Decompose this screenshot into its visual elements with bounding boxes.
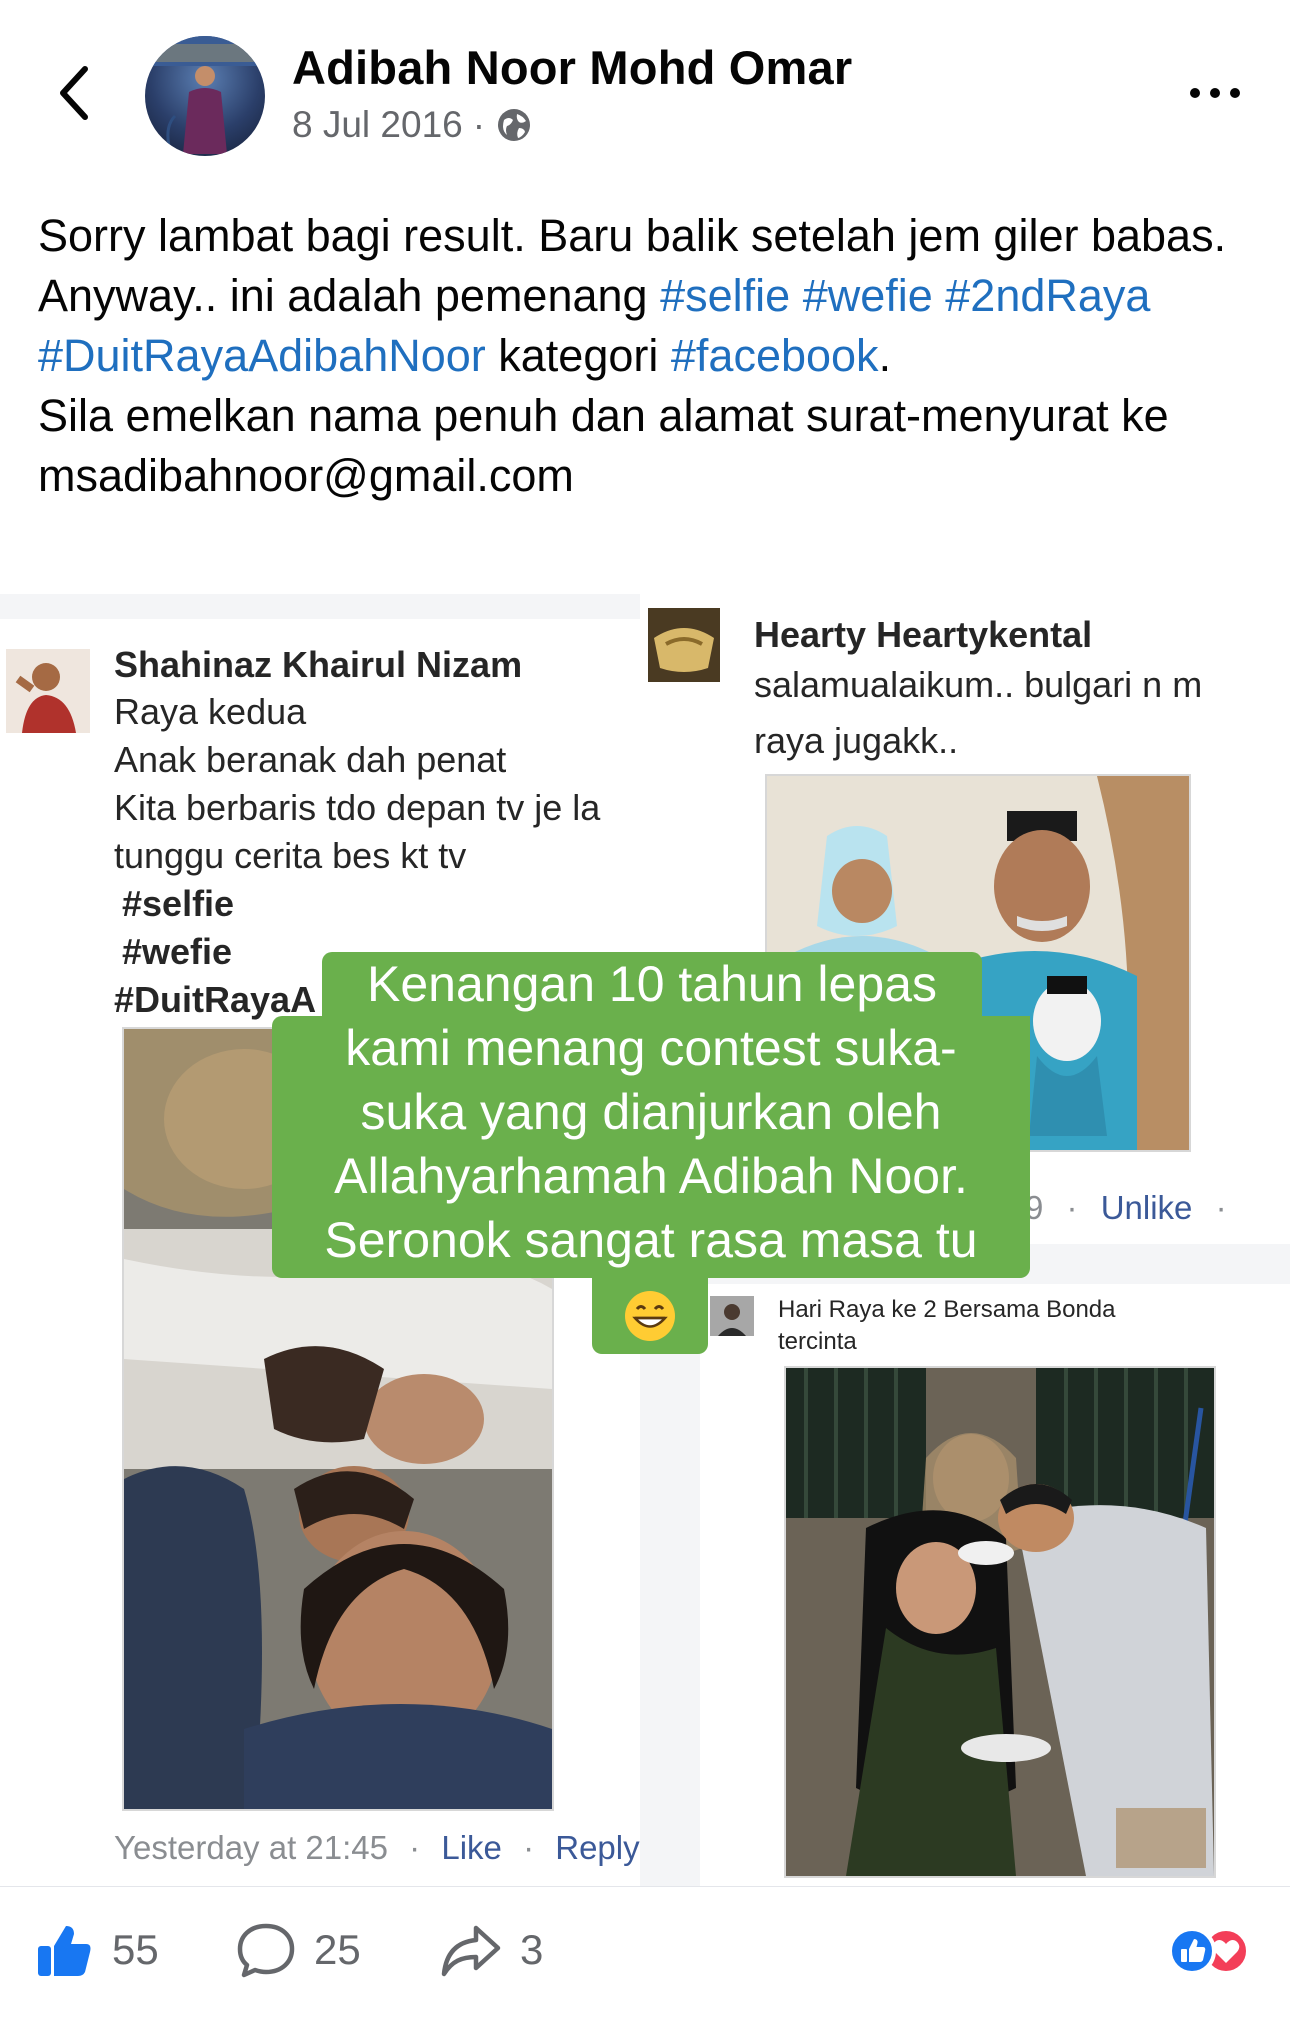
caption-line-1: Kenangan 10 tahun lepas	[367, 956, 937, 1012]
comment-hashtag: #wefie	[122, 931, 233, 972]
share-arrow-icon	[441, 1925, 501, 1977]
post-text: Sorry lambat bagi result. Baru balik set…	[38, 206, 1263, 506]
comment-time: Yesterday at 21:45	[114, 1829, 388, 1866]
commenter-avatar	[6, 649, 90, 733]
like-count: 55	[112, 1926, 159, 1973]
comment-reply-link[interactable]: Reply	[555, 1829, 639, 1866]
comment-hashtag: #DuitRayaA	[114, 979, 317, 1020]
comment-unlike-link[interactable]: Unlike	[1101, 1189, 1193, 1226]
hashtag-wefie[interactable]: #wefie	[803, 270, 933, 321]
comment-line-1: Raya kedua	[114, 691, 307, 732]
share-count: 3	[520, 1926, 544, 1973]
comment-line-2: tercinta	[778, 1328, 857, 1355]
more-options-button[interactable]	[1180, 78, 1250, 108]
comment-bubble-icon	[237, 1923, 295, 1978]
caption-overlay: kami menang contest suka- suka yang dian…	[272, 1016, 1030, 1278]
comment-author-name: Hearty Heartykental	[754, 614, 1093, 655]
hashtag-duitrayaadibahnoor[interactable]: #DuitRayaAdibahNoor	[38, 330, 486, 381]
caption-line-2: kami menang contest suka-	[345, 1020, 957, 1076]
reactions-summary[interactable]	[1160, 1926, 1260, 1976]
comment-line-3: Kita berbaris tdo depan tv je la	[114, 787, 601, 828]
comment-meta-row: Yesterday at 21:45 · Like · Reply	[114, 1829, 640, 1866]
comment-hashtag: #selfie	[122, 883, 235, 924]
post-line-3: Sila emelkan nama penuh dan alamat surat…	[38, 390, 1169, 501]
divider	[0, 1886, 1290, 1887]
globe-icon	[498, 109, 531, 141]
comment-count: 25	[314, 1926, 361, 1973]
like-button[interactable]: 55	[34, 1915, 159, 1985]
post-image[interactable]: Shahinaz Khairul Nizam Raya kedua Anak b…	[0, 594, 1290, 1886]
post-line-2: Anyway.. ini adalah pemenang #selfie #we…	[38, 270, 1151, 381]
hashtag-2ndraya[interactable]: #2ndRaya	[945, 270, 1150, 321]
author-avatar[interactable]	[145, 36, 265, 156]
comment-line-1: Hari Raya ke 2 Bersama Bonda	[778, 1296, 1116, 1323]
commenter-avatar	[648, 608, 720, 682]
comment-line-4: tunggu cerita bes kt tv	[114, 835, 467, 876]
grinning-face-emoji-icon	[625, 1291, 675, 1341]
post-line-1: Sorry lambat bagi result. Baru balik set…	[38, 210, 1227, 261]
comment-like-link[interactable]: Like	[441, 1829, 502, 1866]
caption-line-4: Allahyarhamah Adibah Noor.	[334, 1148, 968, 1204]
right-bottom-screenshot: Hari Raya ke 2 Bersama Bonda tercinta	[700, 1284, 1290, 1886]
hashtag-selfie[interactable]: #selfie	[660, 270, 790, 321]
commenter-avatar	[710, 1296, 754, 1336]
comment-line-2: Anak beranak dah penat	[114, 739, 507, 780]
caption-overlay: Kenangan 10 tahun lepas	[322, 952, 982, 1016]
comment-author-name: Shahinaz Khairul Nizam	[114, 644, 523, 685]
post-meta: 8 Jul 2016 ·	[292, 104, 533, 146]
comment-line-1: salamualaikum.. bulgari n m	[754, 664, 1203, 705]
chevron-left-icon	[60, 66, 88, 120]
comment-line-2: raya jugakk..	[754, 720, 959, 761]
post-date[interactable]: 8 Jul 2016	[292, 104, 463, 146]
thumbs-up-icon	[38, 1926, 91, 1976]
more-horizontal-icon	[1190, 88, 1200, 98]
like-love-reactions-icon	[1168, 1927, 1250, 1975]
comment-meta-row: 9 · Unlike ·	[1025, 1189, 1227, 1226]
back-button[interactable]	[38, 58, 108, 128]
raya-family-photo	[784, 1366, 1216, 1878]
meta-separator: ·	[472, 104, 486, 145]
author-name[interactable]: Adibah Noor Mohd Omar	[292, 40, 852, 95]
caption-line-5: Seronok sangat rasa masa tu	[324, 1212, 978, 1268]
comment-button[interactable]: 25	[236, 1915, 361, 1985]
hashtag-facebook[interactable]: #facebook	[671, 330, 879, 381]
caption-line-3: suka yang dianjurkan oleh	[360, 1084, 942, 1140]
caption-emoji-bubble	[592, 1278, 708, 1354]
share-button[interactable]: 3	[440, 1915, 543, 1985]
